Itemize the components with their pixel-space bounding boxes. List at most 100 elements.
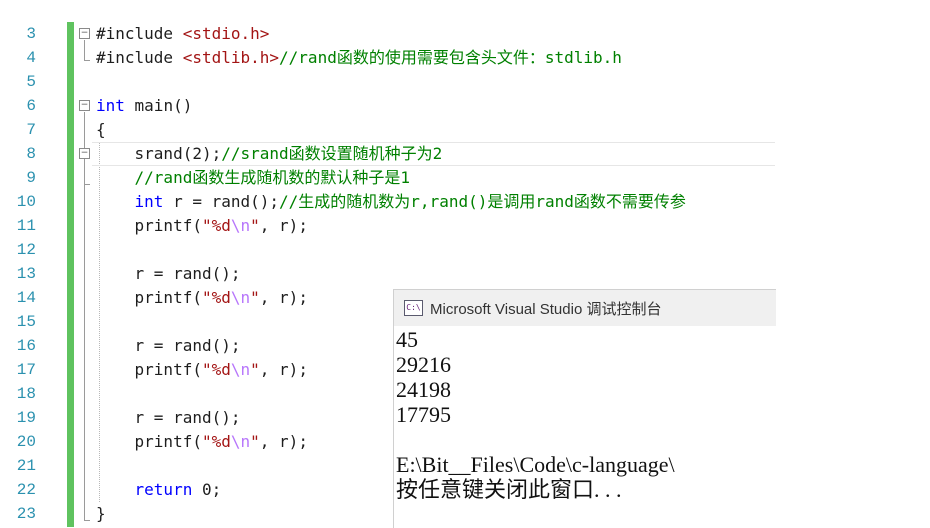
code-line[interactable]: r = rand(); [96,406,241,430]
line-number: 21 [16,457,36,475]
code-line[interactable]: int r = rand();//生成的随机数为r,rand()是调用rand函… [96,190,686,214]
code-line[interactable]: } [96,502,106,526]
code-token: <stdlib.h> [182,48,280,67]
code-token: 0; [192,480,222,499]
fold-collapse-icon[interactable]: − [79,28,90,39]
code-line[interactable]: return 0; [96,478,222,502]
line-number: 23 [16,505,36,523]
console-title: Microsoft Visual Studio 调试控制台 [430,301,662,318]
code-token: " [250,432,260,451]
code-token: //srand函数设置随机种子为2 [221,144,443,163]
code-token: { [96,120,106,139]
console-output: 45 29216 24198 17795 E:\Bit__Files\Code\c-la… [396,327,675,502]
code-token: r = rand(); [96,408,241,427]
line-number: 12 [16,241,36,259]
line-number: 3 [26,25,36,43]
console-output-line: 按任意键关闭此窗口. . . [396,477,622,502]
code-token: \n [230,360,251,379]
code-line[interactable]: #include <stdio.h> [96,22,269,46]
console-title-bar[interactable]: C:\ Microsoft Visual Studio 调试控制台 [394,290,776,326]
line-number: 18 [16,385,36,403]
line-number: 17 [16,361,36,379]
code-token: r = rand(); [163,192,280,211]
code-token: printf( [96,288,202,307]
code-line[interactable]: //rand函数生成随机数的默认种子是1 [96,166,410,190]
code-token: "%d [201,216,231,235]
code-line[interactable]: r = rand(); [96,262,241,286]
code-token: " [250,360,260,379]
code-token: main() [124,96,193,115]
code-token: "%d [201,360,231,379]
code-line[interactable]: r = rand(); [96,334,241,358]
code-token: "%d [201,432,231,451]
code-line[interactable]: srand(2);//srand函数设置随机种子为2 [96,142,443,166]
line-number: 15 [16,313,36,331]
line-number: 5 [26,73,36,91]
console-output-line: 17795 [396,402,451,427]
code-token: //rand函数的使用需要包含头文件：stdlib.h [279,48,622,67]
code-token: " [250,288,260,307]
fold-guide-end [84,60,90,61]
console-output-line: 24198 [396,377,451,402]
code-line[interactable]: { [96,118,106,142]
line-number: 8 [26,145,36,163]
code-token: \n [230,216,251,235]
code-token: int [96,96,125,115]
code-token: //生成的随机数为r,rand()是调用rand函数不需要传参 [279,192,686,211]
code-token: int [134,192,164,211]
line-number: 7 [26,121,36,139]
debug-console-window[interactable]: C:\ Microsoft Visual Studio 调试控制台 45 2921… [393,289,776,528]
code-line[interactable]: #include <stdlib.h>//rand函数的使用需要包含头文件：st… [96,46,622,70]
console-app-icon: C:\ [404,300,423,316]
line-number: 9 [26,169,36,187]
fold-collapse-icon[interactable]: − [79,148,90,159]
code-token: r = rand(); [96,264,241,283]
code-token: \n [230,432,251,451]
console-output-line: 45 [396,327,418,352]
code-token: , r); [259,216,308,235]
line-number: 11 [16,217,36,235]
fold-guide-end [84,520,90,521]
code-token: " [250,216,260,235]
code-token: #include [96,48,183,67]
line-number: 22 [16,481,36,499]
code-token: } [96,504,106,523]
fold-guide-end [84,184,90,185]
code-line[interactable]: printf("%d\n", r); [96,430,308,454]
code-token: \n [230,288,251,307]
code-token: , r); [259,288,308,307]
line-number: 6 [26,97,36,115]
line-number: 14 [16,289,36,307]
code-token: //rand函数生成随机数的默认种子是1 [134,168,410,187]
line-number: 16 [16,337,36,355]
line-number: 4 [26,49,36,67]
change-tracking-bar [67,22,74,527]
line-number: 13 [16,265,36,283]
code-token: printf( [96,432,202,451]
code-token: r = rand(); [96,336,241,355]
code-token: , r); [259,432,308,451]
line-number: 19 [16,409,36,427]
console-output-line: 29216 [396,352,451,377]
fold-collapse-icon[interactable]: − [79,100,90,111]
code-token: printf( [96,360,202,379]
code-line[interactable]: printf("%d\n", r); [96,358,308,382]
code-token: "%d [201,288,231,307]
code-token: return [134,480,193,499]
console-output-line: E:\Bit__Files\Code\c-language\ [396,452,675,477]
code-line[interactable]: int main() [96,94,192,118]
fold-guide-line [84,112,85,520]
code-token: srand(2); [96,144,222,163]
fold-guide-line [84,40,85,60]
line-number: 20 [16,433,36,451]
code-token: , r); [259,360,308,379]
code-token: #include [96,24,183,43]
code-token: <stdio.h> [182,24,270,43]
code-token: printf( [96,216,202,235]
code-line[interactable]: printf("%d\n", r); [96,286,308,310]
code-line[interactable]: printf("%d\n", r); [96,214,308,238]
